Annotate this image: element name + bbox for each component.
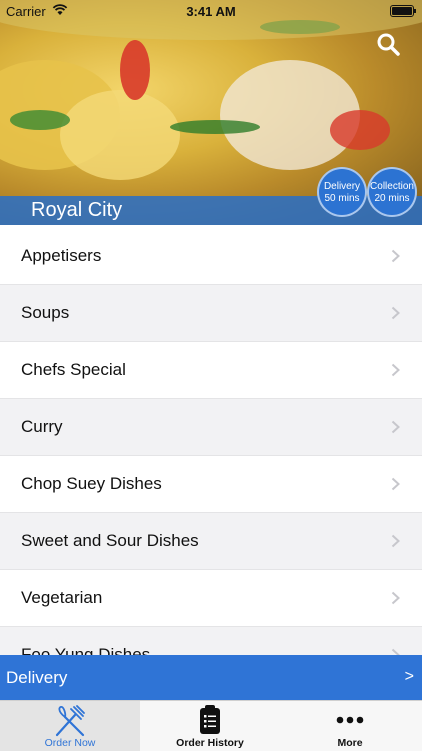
category-label: Soups <box>21 303 70 322</box>
category-label: Foo Yung Dishes <box>21 645 151 655</box>
order-type-arrow: > <box>404 668 414 685</box>
tab-label: Order Now <box>44 737 96 749</box>
category-row[interactable]: Sweet and Sour Dishes <box>0 513 422 570</box>
category-label: Sweet and Sour Dishes <box>21 531 199 550</box>
category-row[interactable]: Appetisers <box>0 228 422 285</box>
tab-order-history[interactable]: Order History <box>140 701 280 751</box>
battery-icon <box>390 5 416 17</box>
category-label: Appetisers <box>21 246 102 265</box>
category-label: Chop Suey Dishes <box>21 474 162 493</box>
delivery-badge-label: Delivery <box>323 181 361 192</box>
category-label: Vegetarian <box>21 588 103 607</box>
delivery-time-badge: Delivery 50 mins <box>317 167 367 217</box>
menu-category-list[interactable]: Appetisers Soups Chefs Special Curry Cho… <box>0 228 422 655</box>
collection-badge-time: 20 mins <box>374 193 410 204</box>
clock: 3:41 AM <box>186 4 236 19</box>
chevron-right-icon <box>391 591 400 605</box>
status-bar: Carrier 3:41 AM <box>0 0 422 22</box>
category-row[interactable]: Vegetarian <box>0 570 422 627</box>
more-dots-icon <box>336 716 364 724</box>
chevron-right-icon <box>391 477 400 491</box>
collection-badge-label: Collection <box>370 181 414 192</box>
fork-knife-icon <box>55 705 85 737</box>
search-icon[interactable] <box>376 32 400 56</box>
chevron-right-icon <box>391 648 400 655</box>
category-label: Chefs Special <box>21 360 126 379</box>
chevron-right-icon <box>391 420 400 434</box>
tab-label: Order History <box>176 737 244 749</box>
category-row[interactable]: Soups <box>0 285 422 342</box>
tab-bar: Order Now Order History More <box>0 700 422 751</box>
chevron-right-icon <box>391 363 400 377</box>
collection-time-badge: Collection 20 mins <box>367 167 417 217</box>
clipboard-list-icon <box>200 705 220 734</box>
category-row[interactable]: Curry <box>0 399 422 456</box>
order-type-bar[interactable]: Delivery > <box>0 655 422 700</box>
tab-more[interactable]: More <box>280 701 420 751</box>
category-row[interactable]: Chop Suey Dishes <box>0 456 422 513</box>
category-label: Curry <box>21 417 63 436</box>
tab-label: More <box>337 737 363 749</box>
category-row[interactable]: Foo Yung Dishes <box>0 627 422 655</box>
chevron-right-icon <box>391 249 400 263</box>
tab-order-now[interactable]: Order Now <box>0 701 140 751</box>
chevron-right-icon <box>391 534 400 548</box>
category-row[interactable]: Chefs Special <box>0 342 422 399</box>
chevron-right-icon <box>391 306 400 320</box>
delivery-badge-time: 50 mins <box>324 193 360 204</box>
order-type-label: Delivery <box>6 668 68 687</box>
restaurant-name: Royal City <box>31 199 123 221</box>
